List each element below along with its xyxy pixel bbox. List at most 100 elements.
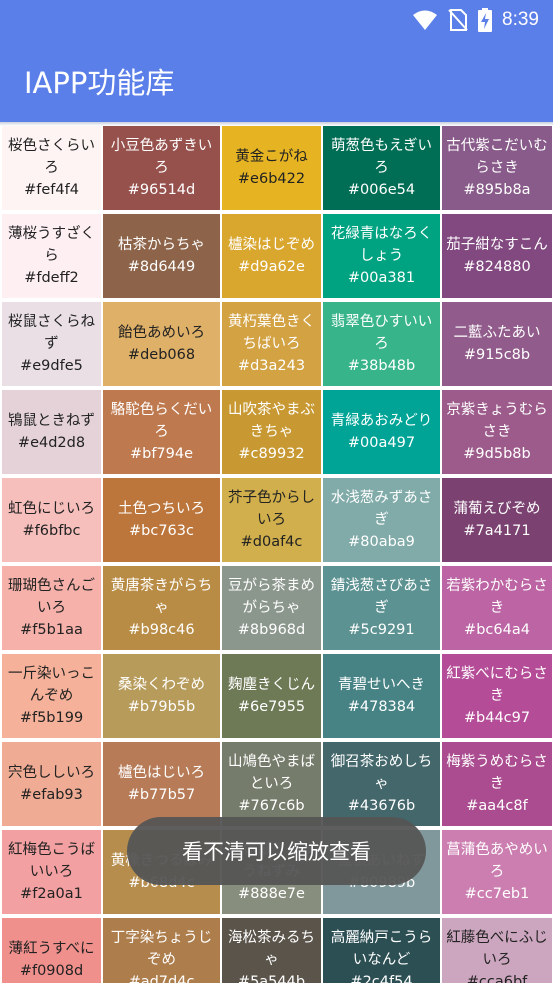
color-name: 鴇鼠ときねず — [8, 413, 95, 429]
color-name: 萌葱色もえぎいろ — [330, 138, 433, 176]
color-name: 一斤染いっこんぞめ — [8, 666, 95, 704]
color-cell[interactable]: 錆浅葱さびあさぎ #5c9291 — [323, 566, 440, 650]
color-hex: #7a4171 — [463, 523, 531, 539]
color-name: 飴色あめいろ — [118, 325, 205, 341]
color-cell[interactable]: 紅藤色べにふじいろ #cca6bf — [442, 918, 552, 983]
color-hex: #8b968d — [237, 622, 306, 638]
color-name: 宍色ししいろ — [8, 765, 95, 781]
color-cell[interactable]: 薄紅うすべに #f0908d — [2, 918, 101, 983]
color-name: 山吹茶やまぶきちゃ — [228, 402, 315, 440]
color-cell[interactable]: 一斤染いっこんぞめ #f5b199 — [2, 654, 101, 738]
color-cell[interactable]: 若紫わかむらさき #bc64a4 — [442, 566, 552, 650]
color-hex: #96514d — [127, 182, 196, 198]
color-name: 薄桜うすざくら — [8, 226, 95, 264]
color-name: 紅紫べにむらさき — [446, 666, 548, 704]
color-cell[interactable]: 梅紫うめむらさき #aa4c8f — [442, 742, 552, 826]
color-hex: #2c4f54 — [350, 974, 413, 983]
color-cell[interactable]: 海松茶みるちゃ #5a544b — [222, 918, 321, 983]
color-cell[interactable]: 花緑青はなろくしょう #00a381 — [323, 214, 440, 298]
color-hex: #824880 — [463, 259, 531, 275]
color-hex: #b79b5b — [127, 699, 196, 715]
wifi-icon — [413, 10, 438, 30]
zoom-hint-toast: 看不清可以缩放查看 — [127, 817, 426, 885]
color-name: 櫨染はじぞめ — [228, 237, 315, 253]
color-cell[interactable]: 京紫きょうむらさき #9d5b8b — [442, 390, 552, 474]
color-name: 翡翠色ひすいいろ — [330, 314, 433, 352]
color-cell[interactable]: 桜鼠さくらねず #e9dfe5 — [2, 302, 101, 386]
no-sim-icon — [448, 9, 468, 31]
color-cell[interactable]: 薄桜うすざくら #fdeff2 — [2, 214, 101, 298]
color-cell[interactable]: 高麗納戸こうらいなんど #2c4f54 — [323, 918, 440, 983]
color-name: 高麗納戸こうらいなんど — [330, 930, 433, 968]
color-hex: #deb068 — [127, 347, 196, 363]
color-hex: #b77b57 — [127, 787, 196, 803]
color-name: 桑染くわぞめ — [118, 677, 205, 693]
app-bar: IAPP功能库 — [0, 40, 553, 122]
color-hex: #767c6b — [238, 798, 305, 814]
color-name: 錆浅葱さびあさぎ — [330, 578, 433, 616]
color-cell[interactable]: 紅梅色こうばいいろ #f2a0a1 — [2, 830, 101, 914]
color-cell[interactable]: 小豆色あずきいろ #96514d — [103, 126, 220, 210]
color-cell[interactable]: 駱駝色らくだいろ #bf794e — [103, 390, 220, 474]
color-hex: #f0908d — [19, 963, 84, 979]
color-hex: #d9a62e — [238, 259, 305, 275]
color-cell[interactable]: 土色つちいろ #bc763c — [103, 478, 220, 562]
color-name: 黄金こがね — [235, 149, 308, 165]
color-hex: #5a544b — [237, 974, 306, 983]
color-cell[interactable]: 虹色にじいろ #f6bfbc — [2, 478, 101, 562]
color-name: 豆がら茶まめがらちゃ — [228, 578, 315, 616]
color-hex: #8d6449 — [127, 259, 196, 275]
color-cell[interactable]: 枯茶からちゃ #8d6449 — [103, 214, 220, 298]
color-name: 御召茶おめしちゃ — [330, 754, 433, 792]
color-cell[interactable]: 青碧せいへき #478384 — [323, 654, 440, 738]
color-cell[interactable]: 飴色あめいろ #deb068 — [103, 302, 220, 386]
color-hex: #f2a0a1 — [20, 886, 83, 902]
color-hex: #6e7955 — [237, 699, 306, 715]
color-cell[interactable]: 翡翠色ひすいいろ #38b48b — [323, 302, 440, 386]
color-cell[interactable]: 茄子紺なすこん #824880 — [442, 214, 552, 298]
color-cell[interactable]: 黄金こがね #e6b422 — [222, 126, 321, 210]
color-name: 青碧せいへき — [338, 677, 425, 693]
color-cell[interactable]: 麹塵きくじん #6e7955 — [222, 654, 321, 738]
color-cell[interactable]: 萌葱色もえぎいろ #006e54 — [323, 126, 440, 210]
color-cell[interactable]: 桑染くわぞめ #b79b5b — [103, 654, 220, 738]
color-hex: #efab93 — [20, 787, 83, 803]
color-name: 土色つちいろ — [118, 501, 205, 517]
color-cell[interactable]: 櫨色はじいろ #b77b57 — [103, 742, 220, 826]
color-cell[interactable]: 珊瑚色さんごいろ #f5b1aa — [2, 566, 101, 650]
color-cell[interactable]: 御召茶おめしちゃ #43676b — [323, 742, 440, 826]
color-cell[interactable]: 黄唐茶きがらちゃ #b98c46 — [103, 566, 220, 650]
color-cell[interactable]: 紅紫べにむらさき #b44c97 — [442, 654, 552, 738]
color-cell[interactable]: 菖蒲色あやめいろ #cc7eb1 — [442, 830, 552, 914]
color-cell[interactable]: 鴇鼠ときねず #e4d2d8 — [2, 390, 101, 474]
color-cell[interactable]: 二藍ふたあい #915c8b — [442, 302, 552, 386]
color-name: 麹塵きくじん — [228, 677, 315, 693]
color-cell[interactable]: 山鳩色やまばといろ #767c6b — [222, 742, 321, 826]
color-cell[interactable]: 山吹茶やまぶきちゃ #c89932 — [222, 390, 321, 474]
color-cell[interactable]: 桜色さくらいろ #fef4f4 — [2, 126, 101, 210]
color-cell[interactable]: 黄朽葉色きくちばいろ #d3a243 — [222, 302, 321, 386]
color-cell[interactable]: 蒲葡えびぞめ #7a4171 — [442, 478, 552, 562]
color-cell[interactable]: 古代紫こだいむらさき #895b8a — [442, 126, 552, 210]
color-cell[interactable]: 丁字染ちょうじぞめ #ad7d4c — [103, 918, 220, 983]
color-hex: #cc7eb1 — [464, 886, 530, 902]
color-hex: #e4d2d8 — [17, 435, 86, 451]
color-hex: #cca6bf — [466, 974, 528, 983]
color-name: 山鳩色やまばといろ — [228, 754, 315, 792]
color-cell[interactable]: 芥子色からしいろ #d0af4c — [222, 478, 321, 562]
color-cell[interactable]: 豆がら茶まめがらちゃ #8b968d — [222, 566, 321, 650]
color-hex: #d0af4c — [240, 534, 303, 550]
color-name: 虹色にじいろ — [8, 501, 95, 517]
color-name: 丁字染ちょうじぞめ — [110, 930, 213, 968]
color-cell[interactable]: 櫨染はじぞめ #d9a62e — [222, 214, 321, 298]
battery-charging-icon — [478, 8, 493, 32]
color-hex: #f5b199 — [19, 710, 84, 726]
color-cell[interactable]: 水浅葱みずあさぎ #80aba9 — [323, 478, 440, 562]
color-hex: #5c9291 — [348, 622, 415, 638]
color-cell[interactable]: 青緑あおみどり #00a497 — [323, 390, 440, 474]
color-name: 茄子紺なすこん — [446, 237, 548, 253]
color-name: 珊瑚色さんごいろ — [8, 578, 95, 616]
color-cell[interactable]: 宍色ししいろ #efab93 — [2, 742, 101, 826]
color-name: 駱駝色らくだいろ — [110, 402, 213, 440]
color-name: 紅梅色こうばいいろ — [8, 842, 95, 880]
